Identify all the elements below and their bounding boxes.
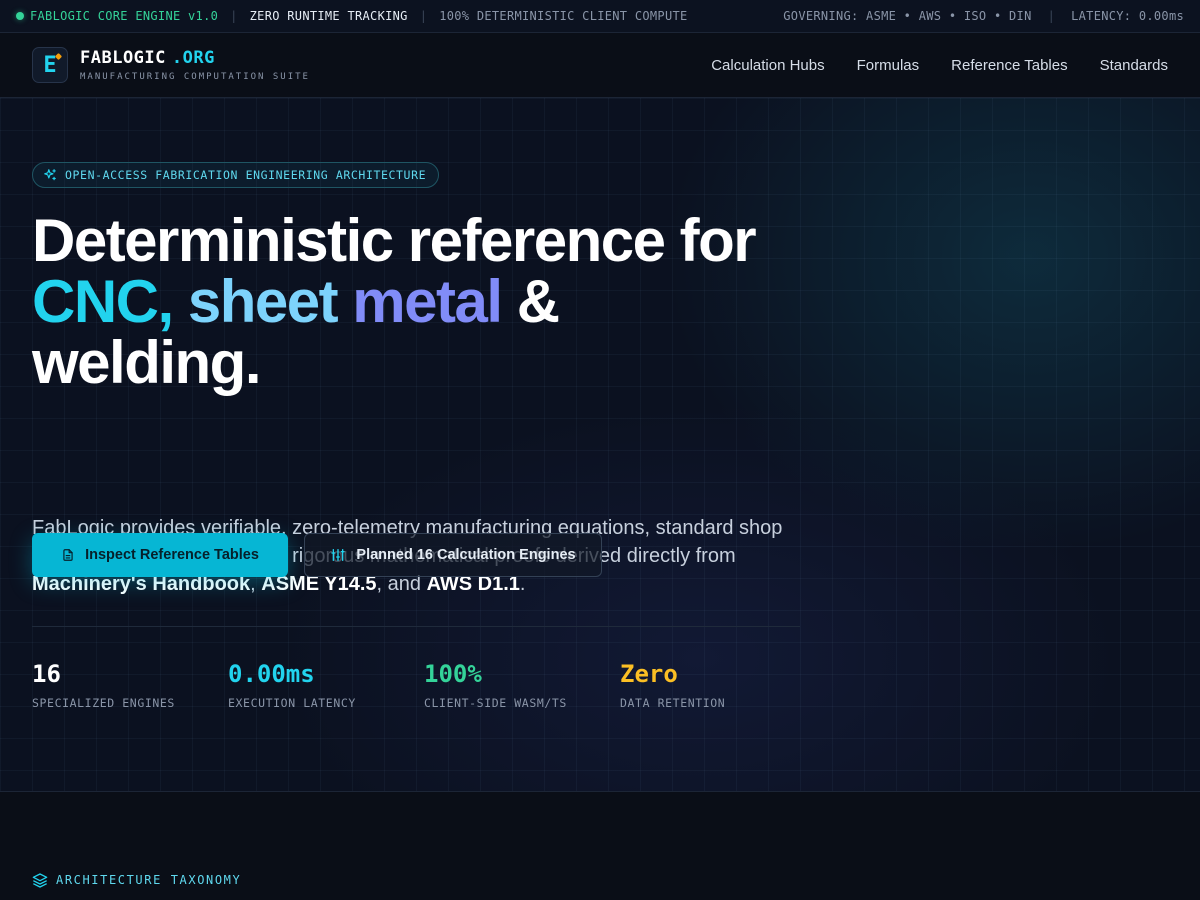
layers-icon (32, 873, 48, 888)
section-label-text: ARCHITECTURE TAXONOMY (56, 873, 242, 887)
headline-line1: Deterministic reference for (32, 207, 757, 274)
calculation-engines-button[interactable]: Planned 16 Calculation Engines (304, 533, 602, 577)
governing-standards: GOVERNING: ASME • AWS • ISO • DIN (783, 9, 1032, 23)
secondary-button-label: Planned 16 Calculation Engines (356, 547, 576, 563)
hero-badge: OPEN-ACCESS FABRICATION ENGINEERING ARCH… (32, 162, 440, 188)
nav-calculation-hubs[interactable]: Calculation Hubs (711, 57, 824, 74)
sparkles-icon (44, 169, 56, 181)
stat-engines: 16 SPECIALIZED ENGINES (32, 660, 222, 710)
latency-readout: LATENCY: 0.00ms (1071, 9, 1184, 23)
stat-label: SPECIALIZED ENGINES (32, 696, 175, 710)
brand-name: FABLOGIC .ORG (80, 48, 310, 68)
hero-section: OPEN-ACCESS FABRICATION ENGINEERING ARCH… (0, 98, 1200, 792)
status-bar-left: FABLOGIC CORE ENGINE v1.0 | ZERO RUNTIME… (16, 9, 688, 23)
nav-reference-tables[interactable]: Reference Tables (951, 57, 1067, 74)
stat-value: Zero (620, 660, 678, 688)
primary-button-label: Inspect Reference Tables (85, 547, 259, 563)
stats-divider (32, 626, 800, 627)
stat-value: 16 (32, 660, 61, 688)
headline-cnc: CNC, (32, 268, 174, 335)
stat-value: 0.00ms (228, 660, 315, 688)
headline-metal: metal (352, 268, 503, 335)
brand-link[interactable]: E FABLOGIC .ORG MANUFACTURING COMPUTATION… (32, 47, 310, 83)
stat-label: CLIENT-SIDE WASM/TS (424, 696, 567, 710)
architecture-taxonomy-label: ARCHITECTURE TAXONOMY (32, 872, 241, 888)
badge-text: OPEN-ACCESS FABRICATION ENGINEERING ARCH… (65, 168, 427, 182)
headline-ampersand: & (516, 268, 560, 335)
brand-text: FABLOGIC .ORG MANUFACTURING COMPUTATION S… (80, 48, 310, 82)
brand-name-tld: .ORG (171, 48, 215, 68)
separator: | (230, 9, 238, 23)
headline-sheet: sheet (187, 268, 339, 335)
tracking-status: ZERO RUNTIME TRACKING (249, 9, 408, 23)
hero-headline: Deterministic reference for CNC, sheet m… (32, 210, 832, 393)
brand-name-main: FABLOGIC (80, 48, 166, 68)
nav-standards[interactable]: Standards (1100, 57, 1168, 74)
inspect-reference-tables-button[interactable]: Inspect Reference Tables (32, 533, 288, 577)
status-online-indicator (16, 12, 24, 20)
main-nav: Calculation Hubs Formulas Reference Tabl… (679, 57, 1168, 74)
brand-subtitle: MANUFACTURING COMPUTATION SUITE (80, 72, 310, 82)
document-icon (63, 549, 73, 561)
stat-label: EXECUTION LATENCY (228, 696, 356, 710)
sliders-icon (331, 549, 346, 561)
stat-retention: Zero DATA RETENTION (620, 660, 810, 710)
separator: | (419, 9, 428, 23)
engine-version: FABLOGIC CORE ENGINE v1.0 (30, 9, 219, 23)
stat-value: 100% (424, 660, 482, 688)
top-status-bar: FABLOGIC CORE ENGINE v1.0 | ZERO RUNTIME… (0, 0, 1200, 33)
stat-latency: 0.00ms EXECUTION LATENCY (228, 660, 418, 710)
separator: | (1047, 9, 1056, 23)
stat-label: DATA RETENTION (620, 696, 726, 710)
nav-formulas[interactable]: Formulas (857, 57, 920, 74)
logo: E (32, 47, 68, 83)
compute-status: 100% DETERMINISTIC CLIENT COMPUTE (439, 9, 688, 23)
status-bar-right: GOVERNING: ASME • AWS • ISO • DIN | LATE… (783, 9, 1184, 23)
site-header: E FABLOGIC .ORG MANUFACTURING COMPUTATION… (0, 33, 1200, 98)
headline-line3: welding. (32, 329, 262, 396)
stat-client-side: 100% CLIENT-SIDE WASM/TS (424, 660, 614, 710)
